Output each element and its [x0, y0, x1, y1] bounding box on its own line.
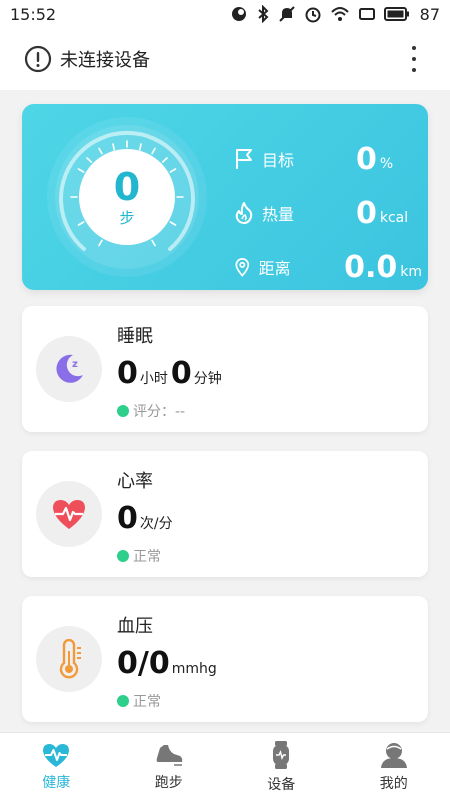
heart-pulse-nav-icon: [43, 743, 70, 767]
stat-goal-unit: %: [379, 156, 394, 172]
nav-running-label: 跑步: [154, 774, 183, 791]
alarm-icon: [305, 7, 321, 23]
nav-device-label: 设备: [267, 776, 296, 793]
stat-calories-value: 0: [356, 195, 377, 231]
sleep-icon-circle: z: [36, 336, 102, 402]
svg-text:z: z: [72, 359, 78, 370]
stat-distance-unit: km: [400, 264, 422, 280]
blood-pressure-unit: mmhg: [171, 661, 217, 677]
heart-rate-title: 心率: [117, 471, 153, 492]
status-dot: [117, 695, 129, 707]
status-bar: 15:52 87: [0, 0, 450, 28]
alert-icon: [24, 45, 52, 73]
nav-profile-label: 我的: [379, 775, 408, 792]
heart-rate-value: 0: [117, 501, 138, 536]
nav-running[interactable]: 跑步: [113, 733, 226, 800]
stat-distance: 距离 0.0 km: [232, 240, 422, 290]
battery-level: 87: [419, 4, 440, 24]
nav-health[interactable]: 健康: [0, 733, 113, 800]
bottom-nav: 健康 跑步 设备 我的: [0, 732, 450, 800]
heart-rate-status-text: 正常: [133, 549, 161, 565]
heart-icon-circle: [36, 481, 102, 547]
stat-calories: 热量 0 kcal: [232, 186, 422, 240]
nav-device[interactable]: 设备: [225, 733, 338, 800]
step-count-display: 0 步: [79, 149, 175, 245]
status-dot: [117, 550, 129, 562]
heart-rate-card[interactable]: 心率 0 次/分 正常: [22, 451, 428, 577]
blood-pressure-status: 正常: [117, 691, 161, 711]
sleep-title: 睡眠: [117, 326, 153, 347]
battery-icon: [383, 7, 409, 21]
more-menu-icon[interactable]: [402, 44, 426, 74]
screen-icon: [358, 8, 375, 20]
sleep-hours-unit: 小时: [139, 371, 168, 387]
heart-rate-value-row: 0 次/分: [117, 501, 176, 536]
blood-pressure-value: 0/0: [117, 646, 170, 681]
mute-icon: [278, 6, 295, 22]
heart-pulse-icon: [53, 500, 85, 529]
status-time: 15:52: [10, 4, 57, 24]
flag-icon: [236, 149, 252, 169]
top-bar: 未连接设备: [0, 28, 450, 90]
step-stats: 目标 0 % 热量 0 kcal 距离 0.0 km: [232, 132, 422, 290]
stat-goal: 目标 0 %: [232, 132, 422, 186]
location-pin-icon: [235, 258, 250, 277]
step-count-unit: 步: [119, 208, 135, 227]
sleep-score: 评分：--: [133, 404, 186, 420]
heart-rate-unit: 次/分: [139, 516, 173, 532]
nav-profile[interactable]: 我的: [338, 733, 450, 800]
stat-goal-value: 0: [356, 141, 377, 177]
watch-icon: [273, 740, 290, 769]
stat-goal-label: 目标: [262, 151, 295, 170]
step-summary-card[interactable]: 0 步 目标 0 % 热量 0 kcal 距离 0.0 km: [22, 104, 428, 290]
blood-pressure-title: 血压: [117, 616, 153, 637]
bluetooth-icon: [257, 5, 269, 23]
blood-pressure-status-text: 正常: [133, 694, 161, 710]
shoe-icon: [156, 744, 182, 766]
status-dot: [117, 405, 129, 417]
wifi-icon: [330, 7, 349, 21]
location-sync-icon: [231, 7, 246, 21]
step-count-value: 0: [113, 164, 141, 209]
sleep-card[interactable]: z 睡眠 0 小时 0 分钟 评分：--: [22, 306, 428, 432]
thermometer-icon-circle: [36, 626, 102, 692]
sleep-hours: 0: [117, 356, 138, 391]
stat-distance-label: 距离: [258, 259, 291, 278]
device-status-title[interactable]: 未连接设备: [60, 46, 402, 72]
heart-rate-status: 正常: [117, 546, 161, 566]
sleep-value: 0 小时 0 分钟: [117, 356, 225, 391]
blood-pressure-card[interactable]: 血压 0/0 mmhg 正常: [22, 596, 428, 722]
nav-health-label: 健康: [42, 774, 71, 791]
user-avatar-icon: [380, 742, 407, 768]
stat-calories-unit: kcal: [379, 210, 409, 226]
thermometer-icon: [59, 639, 81, 679]
blood-pressure-value-row: 0/0 mmhg: [117, 646, 220, 681]
moon-icon: z: [56, 354, 83, 383]
stat-calories-label: 热量: [262, 205, 295, 224]
flame-icon: [235, 202, 253, 224]
sleep-status: 评分：--: [117, 401, 185, 421]
sleep-minutes-unit: 分钟: [193, 371, 222, 387]
sleep-minutes: 0: [170, 356, 192, 391]
stat-distance-value: 0.0: [344, 249, 398, 285]
